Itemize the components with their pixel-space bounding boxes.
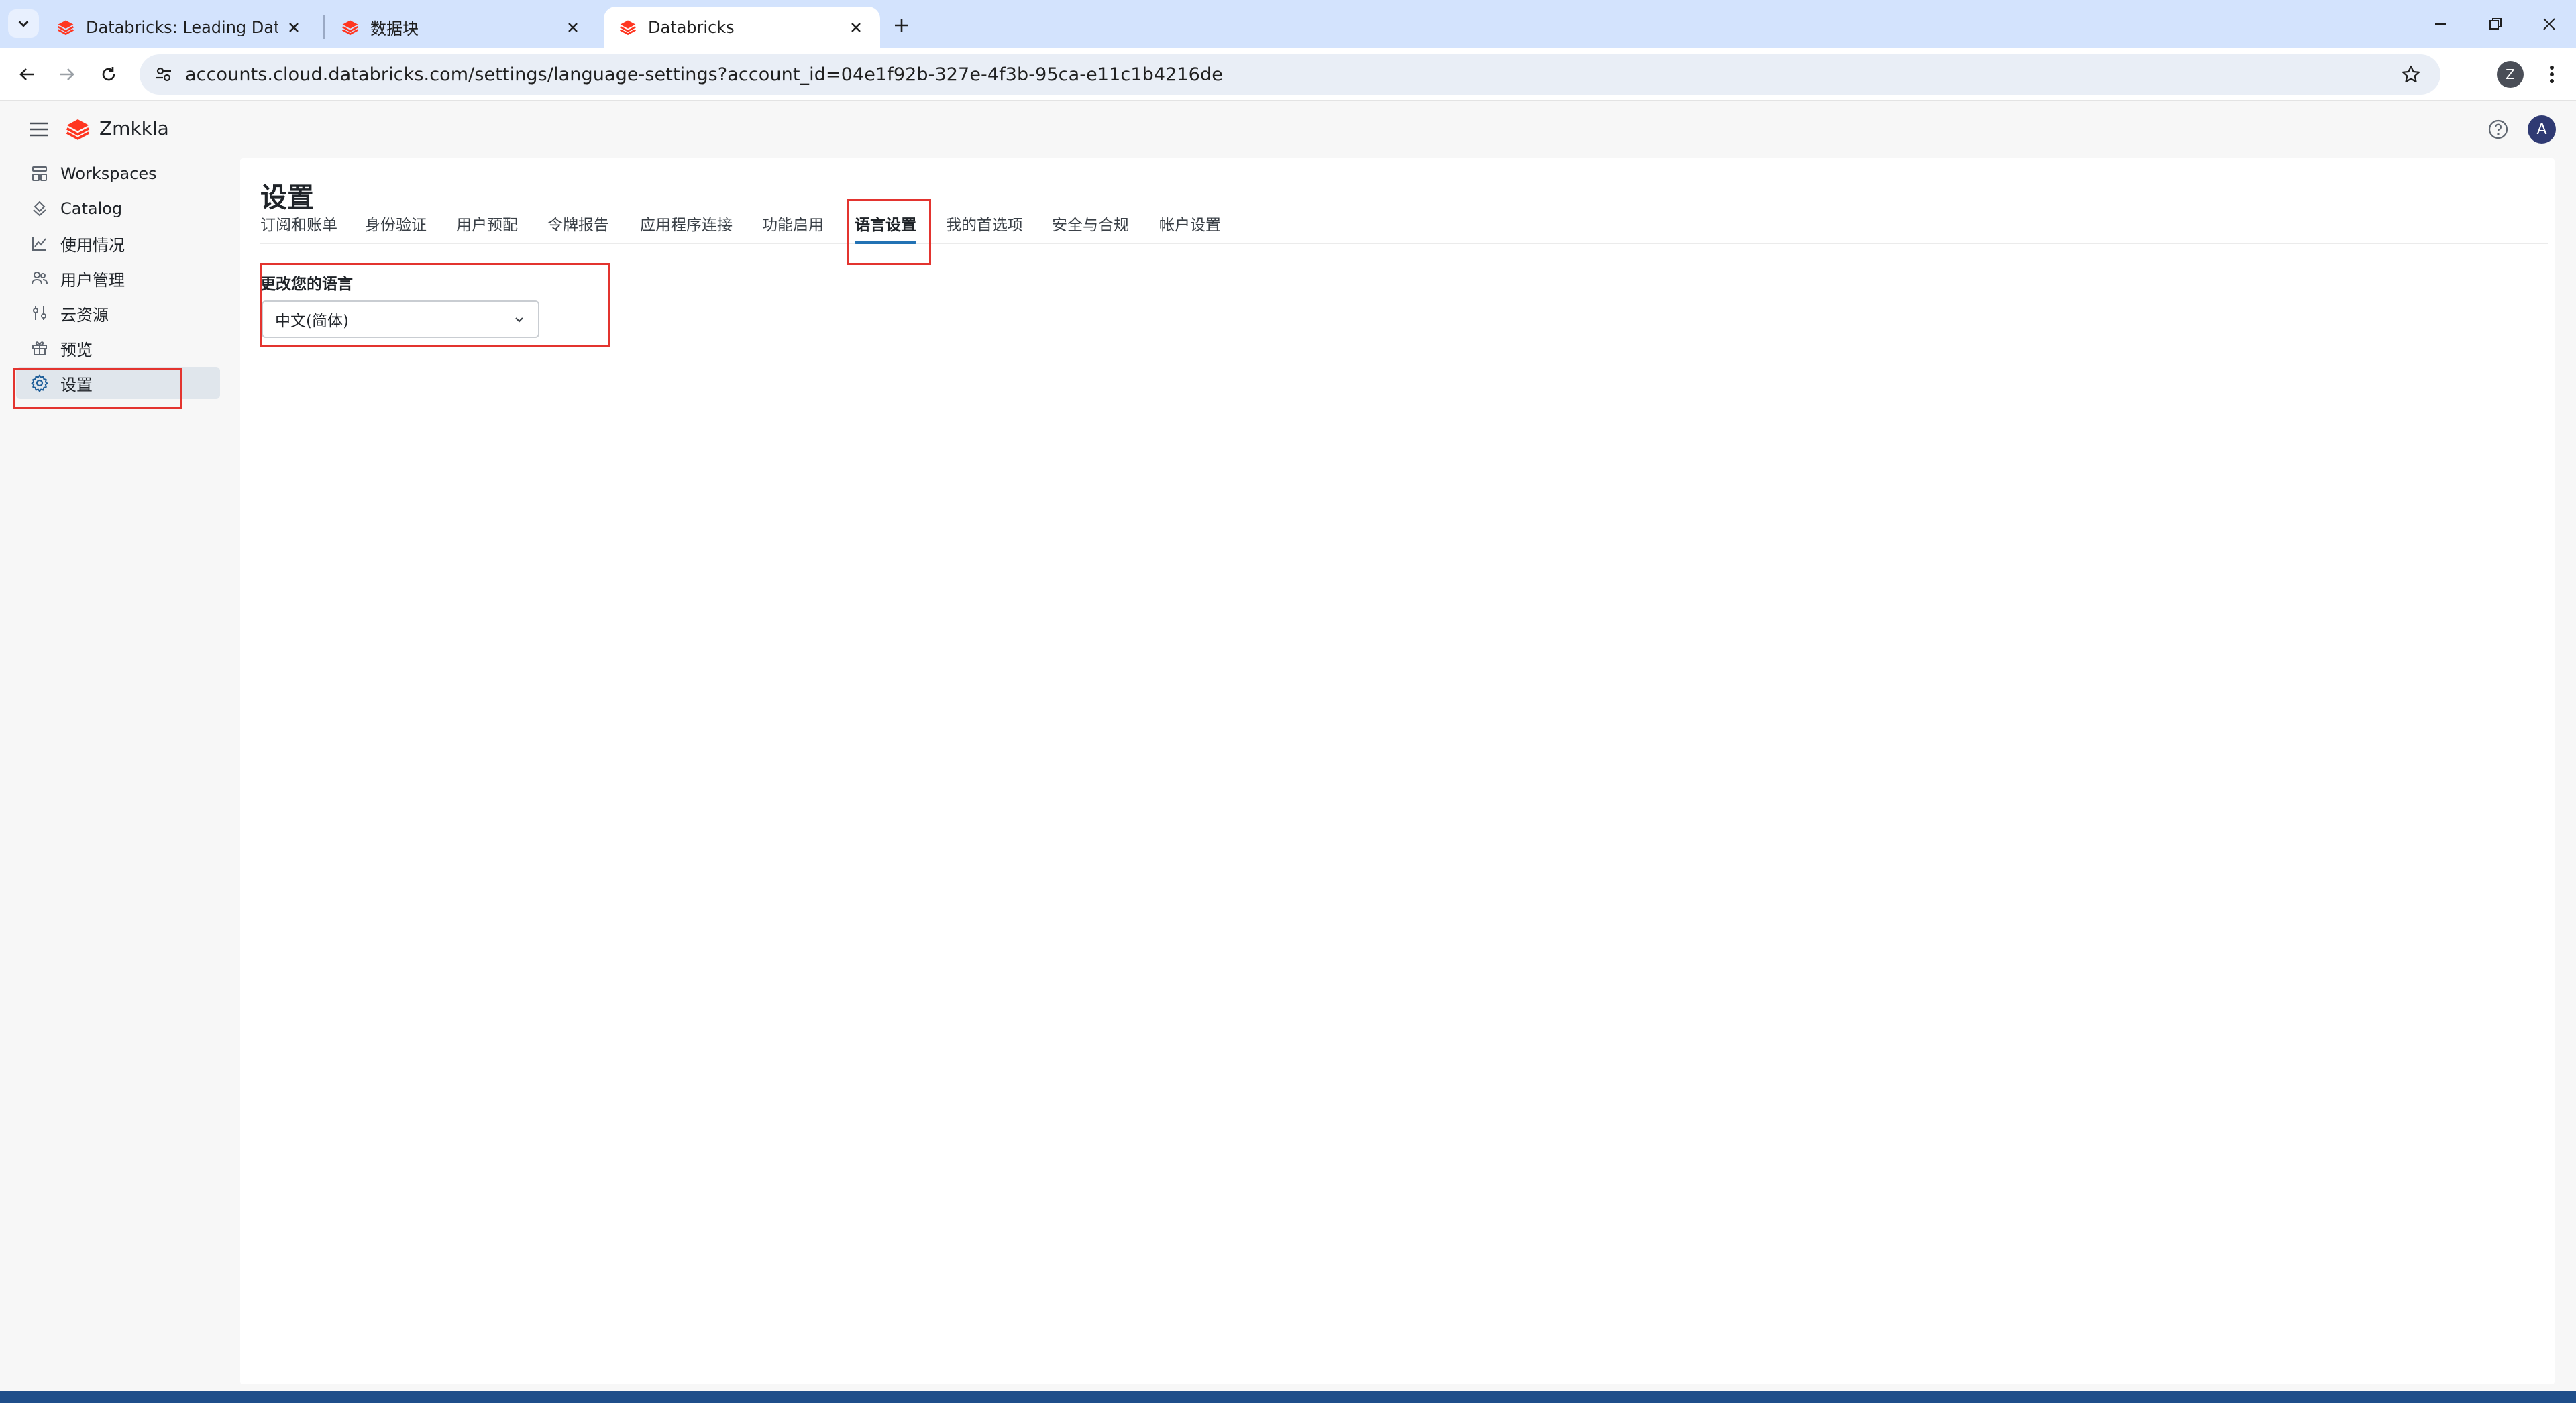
help-button[interactable] [2483,115,2513,144]
reload-icon [102,67,115,81]
close-icon[interactable] [284,18,303,37]
browser-toolbar: accounts.cloud.databricks.com/settings/l… [0,48,2576,101]
tab-separator [323,15,325,39]
profile-initial: Z [2506,66,2515,82]
settings-tabs: 订阅和账单 身份验证 用户预配 令牌报告 应用程序连接 功能启用 语言设置 我的… [260,217,2548,244]
close-icon[interactable] [564,18,582,37]
close-window-button[interactable] [2522,0,2576,48]
close-icon [2543,17,2555,30]
sidebar-item-cloud-resources[interactable]: 云资源 [16,297,220,329]
address-bar[interactable]: accounts.cloud.databricks.com/settings/l… [140,54,2440,95]
gift-icon [30,338,50,358]
users-icon [30,268,50,288]
bookmark-star-icon[interactable] [2398,61,2424,88]
user-avatar[interactable]: A [2528,115,2556,144]
cloud-resources-icon [30,303,50,323]
tab-token-report[interactable]: 令牌报告 [547,217,609,244]
page-title: 设置 [260,182,314,213]
minimize-icon [2435,23,2446,25]
help-circle-icon [2488,119,2508,139]
tab-my-preferences[interactable]: 我的首选项 [946,217,1023,244]
catalog-icon [30,199,50,219]
main-content: 设置 订阅和账单 身份验证 用户预配 令牌报告 应用程序连接 功能启用 语言设置… [240,158,2555,1384]
sidebar-item-label: 使用情况 [60,235,125,255]
new-tab-button[interactable] [887,11,916,40]
reload-button[interactable] [93,58,125,91]
tab-language-settings[interactable]: 语言设置 [855,217,916,244]
databricks-logo-icon [620,20,636,35]
tab-account-settings[interactable]: 帐户设置 [1159,217,1221,244]
sidebar-item-workspaces[interactable]: Workspaces [16,158,220,190]
forward-button[interactable] [51,58,83,91]
sidebar-item-label: Catalog [60,199,123,218]
workspace-name: Zmkkla [99,117,169,139]
tab-title: Databricks [648,17,735,37]
tab-feature-enablement[interactable]: 功能启用 [762,217,824,244]
tab-search-button[interactable] [8,9,39,38]
browser-tab-shujukuai[interactable]: 数据块 [326,7,597,48]
plus-icon [895,19,908,32]
tab-subscription-billing[interactable]: 订阅和账单 [260,217,337,244]
browser-profile-avatar[interactable]: Z [2497,61,2524,88]
url-text: accounts.cloud.databricks.com/settings/l… [185,64,1223,85]
sidebar-item-previews[interactable]: 预览 [16,332,220,364]
tab-security-compliance[interactable]: 安全与合规 [1052,217,1129,244]
site-settings-icon[interactable] [150,61,177,88]
browser-tab-databricks-home[interactable]: Databricks: Leading Data and [42,7,318,48]
gear-icon [30,373,50,393]
tab-title: 数据块 [370,19,419,38]
hamburger-icon [30,122,48,137]
more-vertical-icon [2550,66,2554,83]
tab-authentication[interactable]: 身份验证 [365,217,427,244]
sidebar-item-catalog[interactable]: Catalog [16,192,220,225]
close-icon[interactable] [847,18,865,37]
tab-title: Databricks: Leading Data and [86,17,278,37]
restore-button[interactable] [2469,0,2522,48]
chevron-down-icon [18,21,29,27]
language-select[interactable]: 中文(简体) [262,300,539,338]
tab-app-connections[interactable]: 应用程序连接 [640,217,733,244]
menu-toggle-button[interactable] [24,115,54,144]
browser-tab-bar: Databricks: Leading Data and 数据块 Databri… [0,0,2576,48]
usage-chart-icon [30,233,50,254]
sidebar-item-usage[interactable]: 使用情况 [16,227,220,260]
back-button[interactable] [11,58,43,91]
language-select-value: 中文(简体) [275,313,349,330]
sidebar-item-label: 预览 [60,340,93,359]
os-taskbar [0,1391,2576,1403]
language-field-label: 更改您的语言 [260,276,353,293]
chevron-down-icon [510,310,529,329]
sidebar-item-user-management[interactable]: 用户管理 [16,262,220,294]
sidebar-item-label: 设置 [60,375,93,394]
sidebar-item-label: 用户管理 [60,270,125,290]
sidebar-item-label: 云资源 [60,305,109,325]
app-header: Zmkkla A [0,101,2576,158]
tab-user-provisioning[interactable]: 用户预配 [456,217,518,244]
databricks-logo-icon [58,20,74,35]
databricks-logo-icon [342,20,358,35]
arrow-right-icon [60,68,74,80]
arrow-left-icon [19,68,34,80]
browser-menu-button[interactable] [2538,60,2565,89]
databricks-logo-icon [66,119,90,140]
minimize-button[interactable] [2414,0,2467,48]
sidebar-item-settings[interactable]: 设置 [16,367,220,399]
user-initial: A [2536,121,2547,138]
sidebar-item-label: Workspaces [60,164,157,183]
restore-icon [2489,17,2502,30]
browser-tab-databricks-active[interactable]: Databricks [604,7,880,48]
workspaces-icon [30,164,50,184]
